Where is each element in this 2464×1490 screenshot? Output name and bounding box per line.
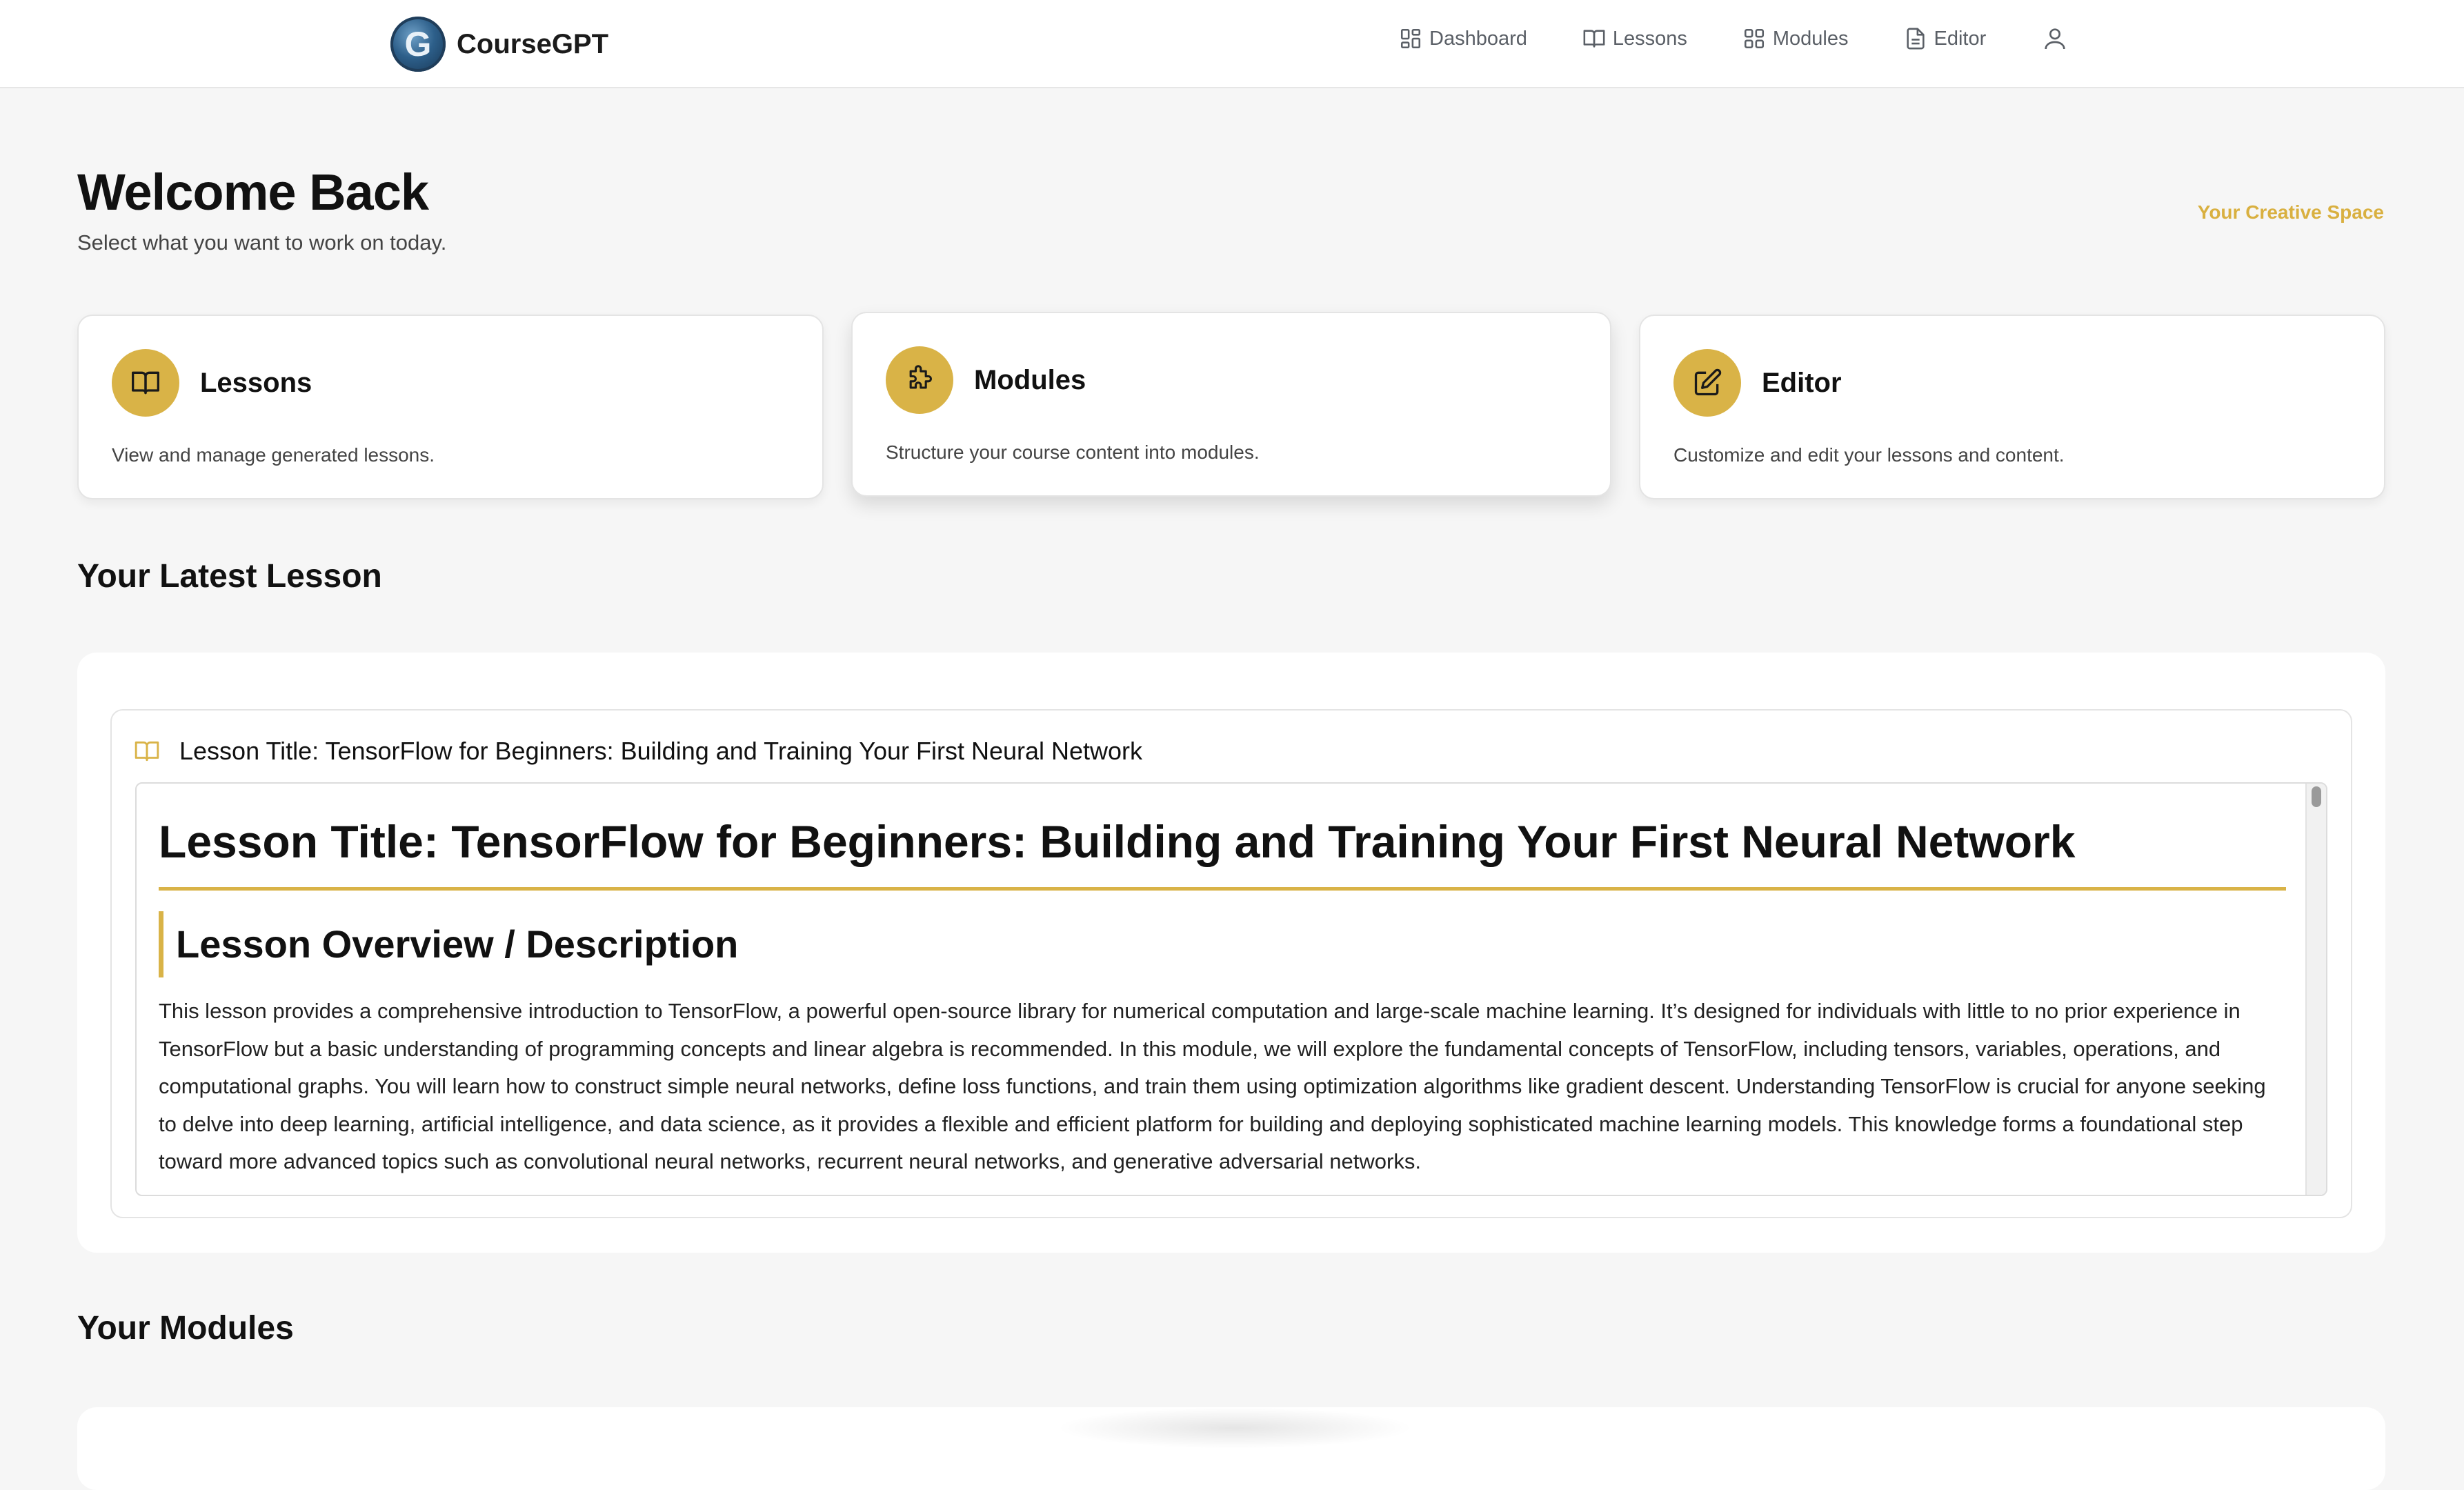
main-nav: Dashboard Lessons Modules Editor bbox=[1399, 25, 2124, 52]
page-title: Welcome Back bbox=[77, 163, 429, 221]
lessons-card[interactable]: Lessons View and manage generated lesson… bbox=[77, 315, 824, 499]
coursegpt-logo-icon bbox=[390, 17, 446, 72]
book-open-icon bbox=[112, 349, 179, 417]
lesson-heading: Lesson Title: TensorFlow for Beginners: … bbox=[159, 815, 2286, 891]
lesson-preview-scrollbar[interactable] bbox=[2305, 784, 2326, 1195]
modules-card[interactable]: Modules Structure your course content in… bbox=[851, 312, 1611, 497]
lesson-overview-text: This lesson provides a comprehensive int… bbox=[159, 999, 2266, 1173]
nav-lessons[interactable]: Lessons bbox=[1582, 27, 1687, 50]
nav-editor[interactable]: Editor bbox=[1904, 27, 1987, 50]
nav-modules[interactable]: Modules bbox=[1742, 27, 1849, 50]
brand-name: CourseGPT bbox=[457, 28, 609, 59]
nav-dashboard[interactable]: Dashboard bbox=[1399, 27, 1527, 50]
latest-lesson-card[interactable]: Lesson Title: TensorFlow for Beginners: … bbox=[110, 709, 2352, 1218]
grid-icon bbox=[1742, 27, 1766, 50]
brand[interactable]: CourseGPT bbox=[390, 17, 608, 72]
lesson-card-header: Lesson Title: TensorFlow for Beginners: … bbox=[134, 737, 1142, 766]
lesson-card-title: Lesson Title: TensorFlow for Beginners: … bbox=[179, 737, 1143, 765]
pencil-square-icon bbox=[1673, 349, 1741, 417]
user-icon bbox=[2041, 25, 2069, 52]
nav-modules-label: Modules bbox=[1772, 27, 1849, 50]
creative-space-label: Your Creative Space bbox=[2197, 201, 2384, 223]
dashboard-icon bbox=[1399, 27, 1422, 50]
lessons-card-title: Lessons bbox=[200, 367, 312, 398]
scrollbar-thumb[interactable] bbox=[2312, 786, 2321, 807]
latest-lesson-panel: Lesson Title: TensorFlow for Beginners: … bbox=[77, 653, 2385, 1253]
lessons-card-description: View and manage generated lessons. bbox=[112, 444, 435, 466]
floating-element-shadow bbox=[1055, 1407, 1414, 1449]
modules-heading: Your Modules bbox=[77, 1310, 294, 1347]
page-subtitle: Select what you want to work on today. bbox=[77, 230, 447, 255]
nav-dashboard-label: Dashboard bbox=[1429, 27, 1527, 50]
document-icon bbox=[1904, 27, 1927, 50]
lesson-overview-heading: Lesson Overview / Description bbox=[159, 911, 2286, 977]
puzzle-icon bbox=[886, 346, 953, 414]
lesson-preview-frame[interactable]: Lesson Title: TensorFlow for Beginners: … bbox=[135, 782, 2327, 1196]
editor-card-description: Customize and edit your lessons and cont… bbox=[1673, 444, 2065, 466]
nav-lessons-label: Lessons bbox=[1612, 27, 1687, 50]
user-menu-button[interactable] bbox=[2041, 25, 2069, 52]
latest-lesson-heading: Your Latest Lesson bbox=[77, 558, 382, 595]
book-icon bbox=[134, 738, 160, 764]
modules-card-title: Modules bbox=[974, 364, 1086, 395]
editor-card-title: Editor bbox=[1762, 367, 1842, 398]
lesson-preview-content: Lesson Title: TensorFlow for Beginners: … bbox=[159, 815, 2286, 1181]
book-icon bbox=[1582, 27, 1606, 50]
nav-editor-label: Editor bbox=[1934, 27, 1987, 50]
editor-card[interactable]: Editor Customize and edit your lessons a… bbox=[1639, 315, 2385, 499]
top-navbar: CourseGPT Dashboard Lessons bbox=[0, 0, 2464, 88]
modules-card-description: Structure your course content into modul… bbox=[886, 441, 1260, 463]
